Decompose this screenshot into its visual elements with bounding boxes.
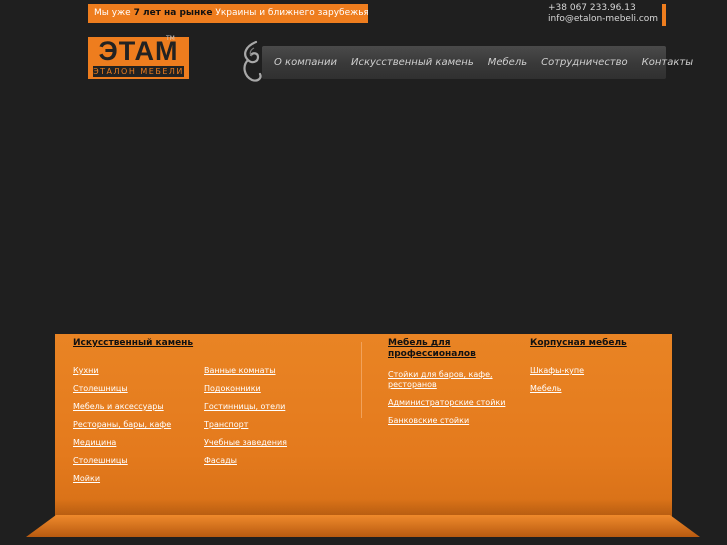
footer-panel-shadow [55, 499, 672, 517]
logo-trademark: TM [166, 35, 175, 42]
nav-item-artificial-stone[interactable]: Искусственный камень [351, 57, 474, 68]
main-navigation: О компании Искусственный камень Мебель С… [262, 46, 693, 79]
cabinet-column: Корпусная мебель Шкафы-купе Мебель [530, 338, 627, 394]
stone-link-transport[interactable]: Транспорт [204, 420, 287, 430]
pro-link-admin-counters[interactable]: Администраторские стойки [388, 398, 513, 408]
stone-link-education[interactable]: Учебные заведения [204, 438, 287, 448]
nav-item-contacts[interactable]: Контакты [642, 57, 693, 68]
tagline-bold: 7 лет на рынке [133, 8, 213, 18]
stone-links-col1: Кухни Столешницы Мебель и аксессуары Рес… [73, 366, 171, 484]
stone-link-sinks[interactable]: Мойки [73, 474, 171, 484]
stone-link-medicine[interactable]: Медицина [73, 438, 171, 448]
stone-link-bathrooms[interactable]: Ванные комнаты [204, 366, 287, 376]
phone-number: +38 067 233.96.13 [548, 3, 636, 13]
stone-link-restaurants[interactable]: Рестораны, бары, кафе [73, 420, 171, 430]
stone-column-title: Искусственный камень [73, 338, 193, 349]
nav-item-cooperation[interactable]: Сотрудничество [541, 57, 628, 68]
pro-column: Мебель для профессионалов Стойки для бар… [388, 338, 513, 426]
contacts: +38 067 233.96.13 info@etalon-mebeli.com [548, 3, 660, 25]
stone-link-countertops[interactable]: Столешницы [73, 384, 171, 394]
cabinet-title-link[interactable]: Корпусная мебель [530, 338, 627, 349]
footer-panel-base [26, 515, 700, 537]
contacts-accent-bar [662, 4, 666, 26]
tagline-prefix: Мы уже [94, 8, 131, 18]
nav-item-furniture[interactable]: Мебель [488, 57, 527, 68]
site-logo[interactable]: ЭТАМ ЭТАЛОН МЕБЕЛИ [88, 37, 189, 79]
pro-title-link[interactable]: Мебель для профессионалов [388, 338, 513, 360]
pro-link-bar-counters[interactable]: Стойки для баров, кафе, ресторанов [388, 370, 513, 390]
footer-divider [361, 342, 362, 418]
stone-link-kitchens[interactable]: Кухни [73, 366, 171, 376]
tagline-banner: Мы уже 7 лет на рынке Украины и ближнего… [88, 4, 368, 23]
nav-item-about[interactable]: О компании [274, 57, 337, 68]
stone-link-furniture-accessories[interactable]: Мебель и аксессуары [73, 402, 171, 412]
stone-link-countertops-2[interactable]: Столешницы [73, 456, 171, 466]
pro-link-bank-counters[interactable]: Банковские стойки [388, 416, 513, 426]
stone-link-hotels[interactable]: Гостинницы, отели [204, 402, 287, 412]
stone-link-windowsills[interactable]: Подоконники [204, 384, 287, 394]
tagline-suffix: Украины и ближнего зарубежья [215, 8, 368, 18]
stone-links-col2: Ванные комнаты Подоконники Гостинницы, о… [204, 366, 287, 466]
stone-title-link[interactable]: Искусственный камень [73, 338, 193, 349]
stone-link-facades[interactable]: Фасады [204, 456, 287, 466]
cabinet-link-wardrobes[interactable]: Шкафы-купе [530, 366, 627, 376]
cabinet-link-furniture[interactable]: Мебель [530, 384, 627, 394]
logo-subtitle: ЭТАЛОН МЕБЕЛИ [93, 66, 184, 77]
email-address[interactable]: info@etalon-mebeli.com [548, 14, 660, 25]
